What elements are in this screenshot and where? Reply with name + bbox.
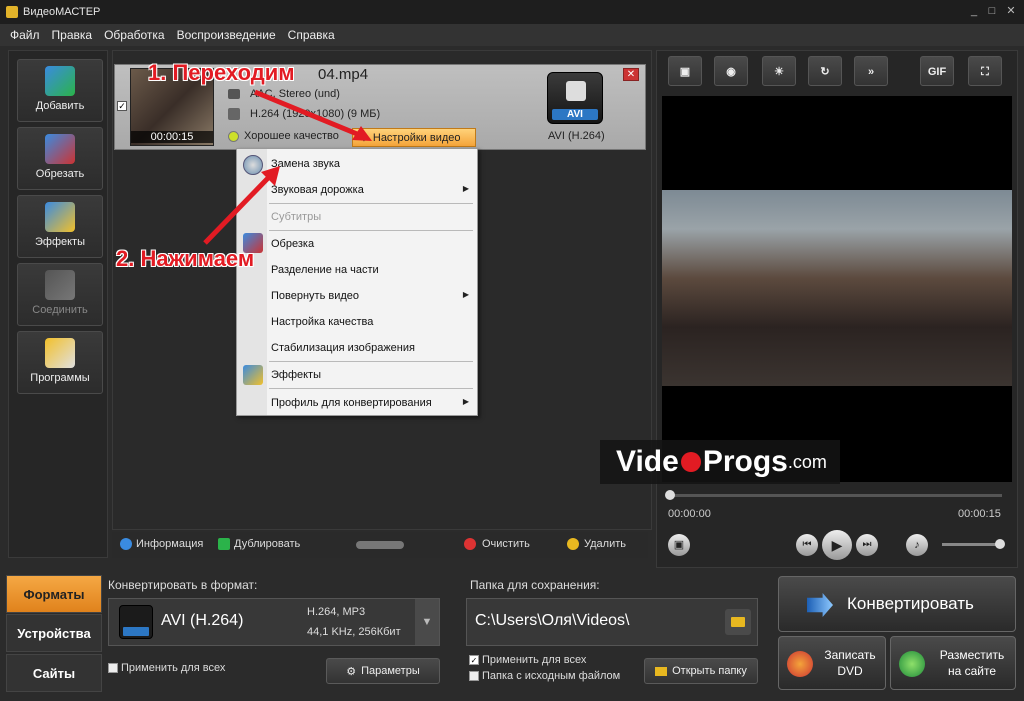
format-apply-all[interactable]: Применить для всех: [108, 662, 225, 674]
delete-button[interactable]: Удалить: [584, 538, 626, 550]
info-button[interactable]: Информация: [136, 538, 203, 550]
time-total: 00:00:15: [958, 508, 1001, 520]
arrow-to-replace-audio: [203, 174, 272, 245]
video-frame: [662, 190, 1012, 386]
publish-web-button[interactable]: Разместить на сайте: [890, 636, 1016, 690]
next-frame-icon[interactable]: ⏭: [856, 534, 878, 556]
gear-icon: ⚙: [346, 665, 357, 678]
delete-icon: [567, 538, 579, 550]
format-apply-all-checkbox[interactable]: [108, 663, 118, 674]
info-icon: [120, 538, 132, 550]
gif-button[interactable]: GIF: [920, 56, 954, 86]
volume-icon[interactable]: ♪: [906, 534, 928, 556]
play-logo-icon: [680, 452, 701, 472]
duplicate-button[interactable]: Дублировать: [234, 538, 300, 550]
format-selector-icon: [119, 605, 153, 639]
watermark: Vide Progs .com: [600, 440, 840, 484]
folder-caption: Папка для сохранения:: [470, 578, 600, 592]
file-toolbar: Информация Дублировать Очистить Удалить: [112, 532, 648, 558]
fullscreen-icon[interactable]: ⛶: [968, 56, 1002, 86]
tab-formats[interactable]: Форматы: [6, 575, 102, 613]
convert-button[interactable]: Конвертировать: [778, 576, 1016, 632]
format-selector[interactable]: AVI (H.264) H.264, MP3 44,1 KHz, 256Кбит…: [108, 598, 440, 646]
duplicate-icon: [218, 538, 230, 550]
source-folder-checkbox[interactable]: [469, 671, 479, 682]
play-icon[interactable]: ▶: [822, 530, 852, 560]
upload-icon: [899, 651, 925, 677]
tab-devices[interactable]: Устройства: [6, 614, 102, 652]
watermark-text-b: Progs: [702, 445, 788, 478]
timeline-handle[interactable]: [665, 490, 675, 500]
params-label: Параметры: [361, 665, 420, 677]
burn-dvd-button[interactable]: Записать DVD: [778, 636, 886, 690]
output-folder-field[interactable]: C:\Users\Оля\Videos\: [466, 598, 758, 646]
dvd-label-line2: DVD: [837, 664, 863, 678]
view-toggle[interactable]: [356, 541, 404, 549]
speed-icon[interactable]: »: [854, 56, 888, 86]
params-button[interactable]: ⚙ Параметры: [326, 658, 440, 684]
timeline-slider[interactable]: [668, 494, 1002, 497]
open-folder-label: Открыть папку: [672, 665, 747, 677]
source-folder-option[interactable]: Папка с исходным файлом: [469, 670, 620, 682]
rotate-icon[interactable]: ↻: [808, 56, 842, 86]
format-codecs: H.264, MP3: [307, 606, 366, 618]
dvd-label-line1: Записать: [824, 648, 876, 662]
convert-arrow-icon: [807, 593, 833, 617]
folder-apply-all-checkbox[interactable]: ✓: [469, 655, 479, 666]
format-name: AVI (H.264): [161, 612, 244, 629]
format-params: 44,1 KHz, 256Кбит: [307, 626, 401, 638]
web-label-line2: на сайте: [947, 664, 997, 678]
brightness-icon[interactable]: ☀: [762, 56, 796, 86]
format-caption: Конвертировать в формат:: [108, 578, 258, 592]
tab-sites[interactable]: Сайты: [6, 654, 102, 692]
clear-button[interactable]: Очистить: [482, 538, 530, 550]
previous-frame-icon[interactable]: ⏮: [796, 534, 818, 556]
watermark-text-a: Vide: [616, 445, 679, 478]
arrow-to-settings: [254, 89, 363, 139]
convert-label: Конвертировать: [847, 594, 974, 613]
open-folder-button[interactable]: Открыть папку: [644, 658, 758, 684]
screenshot-icon[interactable]: ▣: [668, 534, 690, 556]
web-label-line1: Разместить: [939, 648, 1005, 662]
browse-folder-icon[interactable]: [725, 609, 751, 635]
format-apply-all-label: Применить для всех: [121, 662, 226, 674]
folder-icon: [655, 666, 668, 676]
source-folder-label: Папка с исходным файлом: [482, 670, 621, 682]
snapshot-icon[interactable]: ◉: [714, 56, 748, 86]
folder-apply-all[interactable]: ✓ Применить для всех: [469, 654, 586, 666]
dvd-icon: [787, 651, 813, 677]
output-path: C:\Users\Оля\Videos\: [475, 612, 630, 629]
watermark-text-c: .com: [787, 451, 827, 472]
chevron-down-icon[interactable]: ▼: [415, 599, 439, 645]
volume-handle[interactable]: [995, 539, 1005, 549]
folder-apply-all-label: Применить для всех: [482, 654, 587, 666]
time-current: 00:00:00: [668, 508, 711, 520]
crop-icon[interactable]: ▣: [668, 56, 702, 86]
clear-icon: [464, 538, 476, 550]
